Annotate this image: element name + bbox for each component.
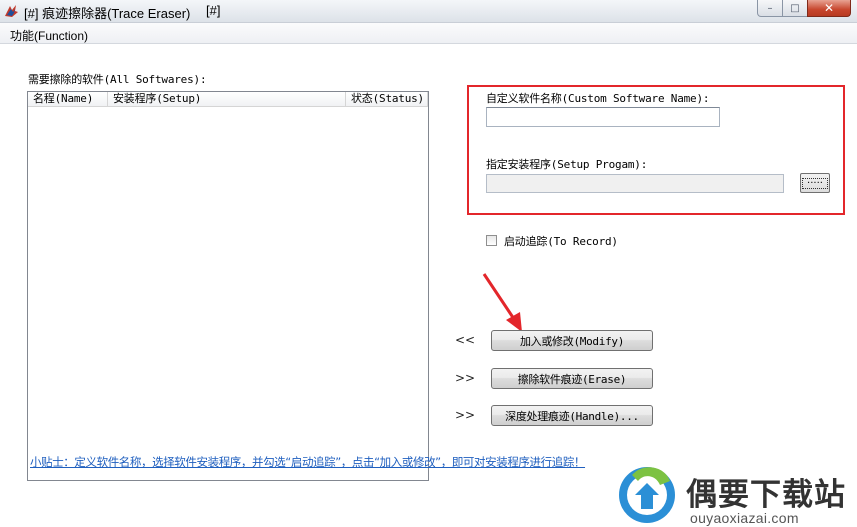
software-list[interactable]: 名程(Name) 安装程序(Setup) 状态(Status) <box>27 91 429 481</box>
browse-ellipsis-icon: ..... <box>802 175 828 189</box>
watermark-logo-icon <box>619 467 675 523</box>
software-list-label: 需要擦除的软件(All Softwares): <box>28 73 207 86</box>
red-arrow-icon <box>482 273 522 332</box>
record-checkbox[interactable] <box>486 235 497 246</box>
menu-function[interactable]: 功能(Function) <box>10 27 88 44</box>
erase-button[interactable]: 擦除软件痕迹(Erase) <box>491 368 653 389</box>
close-icon: ✕ <box>823 1 835 15</box>
modify-arrow: << <box>455 333 476 347</box>
modify-button[interactable]: 加入或修改(Modify) <box>491 330 653 351</box>
record-checkbox-label[interactable]: 启动追踪(To Record) <box>504 233 618 249</box>
erase-arrow: >> <box>455 371 476 385</box>
minimize-button[interactable]: – <box>757 0 783 17</box>
window-title: [#] 痕迹擦除器(Trace Eraser) <box>24 6 191 21</box>
minimize-icon: – <box>767 2 773 14</box>
window-controls: – □ ✕ <box>757 0 851 17</box>
handle-button-label: 深度处理痕迹(Handle)... <box>505 409 639 423</box>
maximize-button[interactable]: □ <box>782 0 808 17</box>
menu-bar: 功能(Function) <box>0 23 857 44</box>
custom-name-input[interactable] <box>486 107 720 127</box>
title-bar: [#] 痕迹擦除器(Trace Eraser) [#] – □ ✕ <box>0 0 857 23</box>
erase-button-label: 擦除软件痕迹(Erase) <box>517 372 627 386</box>
app-icon <box>5 5 18 17</box>
main-panel: 需要擦除的软件(All Softwares): 名程(Name) 安装程序(Se… <box>0 44 857 526</box>
custom-name-label: 自定义软件名称(Custom Software Name): <box>486 92 710 105</box>
setup-program-label: 指定安装程序(Setup Progam): <box>486 158 648 171</box>
watermark-url: ouyaoxiazai.com <box>690 510 799 526</box>
tip-link[interactable]: 小贴士：定义软件名称，选择软件安装程序，并勾选“启动追踪”，点击“加入或修改”，… <box>30 454 585 470</box>
list-header: 名程(Name) 安装程序(Setup) 状态(Status) <box>28 92 428 108</box>
column-header-status[interactable]: 状态(Status) <box>346 92 428 107</box>
handle-arrow: >> <box>455 408 476 422</box>
maximize-icon: □ <box>790 2 800 14</box>
close-button[interactable]: ✕ <box>807 0 851 17</box>
browse-button[interactable]: ..... <box>800 173 830 193</box>
window-title-suffix: [#] <box>206 3 221 18</box>
column-header-name[interactable]: 名程(Name) <box>28 92 108 107</box>
watermark-brand: 偶要下载站 <box>686 477 846 513</box>
modify-button-label: 加入或修改(Modify) <box>519 334 625 348</box>
setup-program-field[interactable] <box>486 174 784 193</box>
handle-button[interactable]: 深度处理痕迹(Handle)... <box>491 405 653 426</box>
column-header-setup[interactable]: 安装程序(Setup) <box>108 92 346 107</box>
